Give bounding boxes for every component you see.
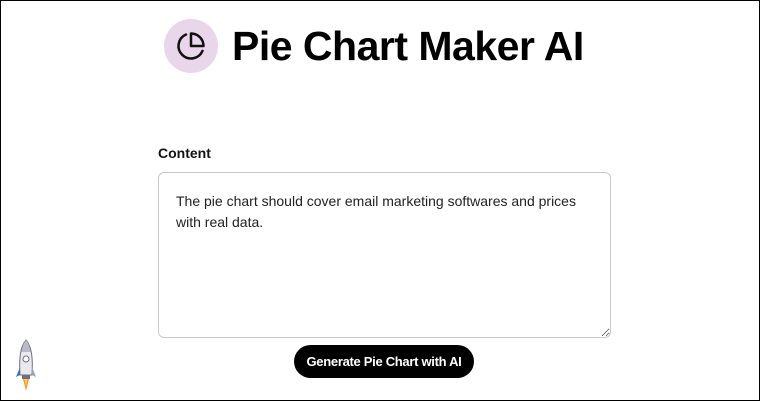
rocket-icon[interactable] [14,339,38,395]
logo-badge [164,19,218,73]
app-window: Pie Chart Maker AI Content The pie chart… [0,0,760,401]
pie-chart-icon [177,32,205,60]
content-textarea[interactable]: The pie chart should cover email marketi… [158,172,611,338]
generate-pie-chart-button[interactable]: Generate Pie Chart with AI [294,345,474,378]
page-title: Pie Chart Maker AI [232,22,584,69]
page-header: Pie Chart Maker AI [164,18,584,74]
content-label: Content [158,145,211,161]
